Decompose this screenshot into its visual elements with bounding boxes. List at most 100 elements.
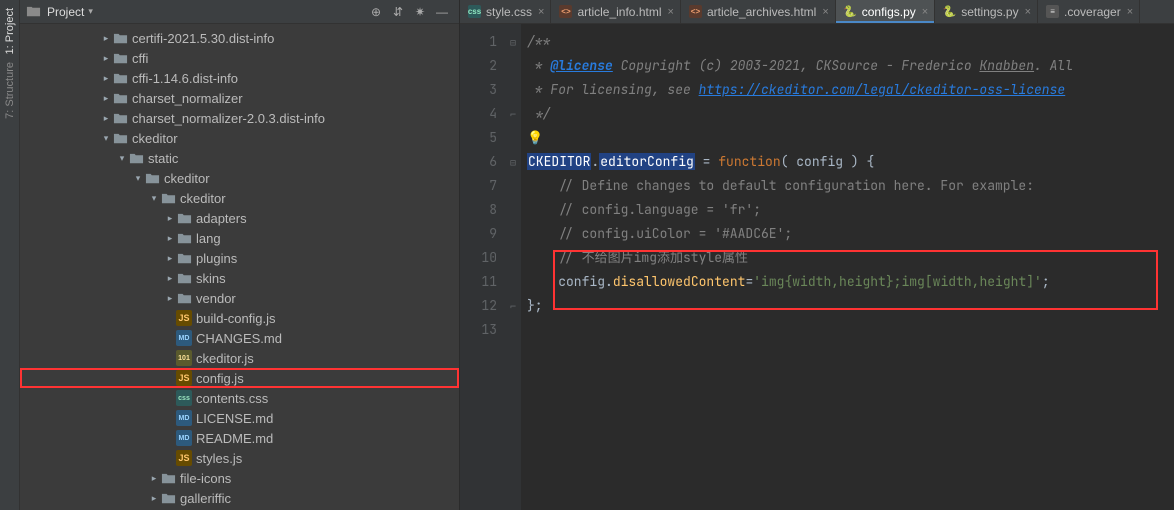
line-number: 10	[460, 246, 497, 270]
folder-icon	[112, 110, 128, 126]
toolwindow-project[interactable]: 1: Project	[4, 4, 16, 58]
tree-item[interactable]: ▸file-icons	[20, 468, 459, 488]
file-icon: JS	[176, 450, 192, 466]
fold-marker[interactable]	[505, 198, 521, 222]
chevron-right-icon[interactable]: ▸	[100, 33, 112, 44]
hide-icon[interactable]: —	[431, 5, 453, 19]
fold-marker[interactable]	[505, 246, 521, 270]
editor-tab-bar: cssstyle.css×<>article_info.html×<>artic…	[460, 0, 1174, 24]
tree-item[interactable]: ▸charset_normalizer	[20, 88, 459, 108]
code-content[interactable]: /** * @license Copyright (c) 2003-2021, …	[521, 24, 1174, 510]
tree-item-label: skins	[196, 271, 226, 286]
tree-item-label: vendor	[196, 291, 236, 306]
close-icon[interactable]: ×	[668, 6, 674, 18]
editor-tab[interactable]: ≡.coverager×	[1038, 0, 1140, 23]
fold-marker[interactable]	[505, 222, 521, 246]
editor-tab[interactable]: <>article_archives.html×	[681, 0, 836, 23]
tree-item-label: cffi	[132, 51, 148, 66]
file-icon: JS	[176, 310, 192, 326]
project-tree[interactable]: ▸certifi-2021.5.30.dist-info▸cffi▸cffi-1…	[20, 24, 459, 510]
fold-marker[interactable]	[505, 270, 521, 294]
tree-item[interactable]: ▸ skins	[20, 268, 459, 288]
fold-marker[interactable]	[505, 78, 521, 102]
tree-item[interactable]: ▸csscontents.css	[20, 388, 459, 408]
chevron-right-icon[interactable]: ▸	[100, 113, 112, 124]
tree-item[interactable]: ▸MDLICENSE.md	[20, 408, 459, 428]
gear-icon[interactable]: ✷	[409, 5, 431, 19]
close-icon[interactable]: ×	[1025, 6, 1031, 18]
close-icon[interactable]: ×	[1127, 6, 1133, 18]
tree-item[interactable]: ▸101ckeditor.js	[20, 348, 459, 368]
panel-title[interactable]: Project	[47, 5, 84, 19]
chevron-right-icon[interactable]: ▸	[164, 273, 176, 284]
editor-tab[interactable]: 🐍configs.py×	[836, 0, 935, 23]
chevron-right-icon[interactable]: ▸	[148, 473, 160, 484]
tree-item[interactable]: ▸JSstyles.js	[20, 448, 459, 468]
chevron-right-icon[interactable]: ▸	[148, 493, 160, 504]
folder-icon	[176, 290, 192, 306]
fold-marker[interactable]	[505, 174, 521, 198]
folder-icon	[112, 70, 128, 86]
file-icon: MD	[176, 330, 192, 346]
tree-item[interactable]: ▸JSbuild-config.js	[20, 308, 459, 328]
line-number: 9	[460, 222, 497, 246]
tree-item[interactable]: ▸JSconfig.js	[20, 368, 459, 388]
close-icon[interactable]: ×	[822, 6, 828, 18]
panel-dropdown-icon[interactable]: ▾	[88, 6, 93, 17]
fold-marker[interactable]	[505, 54, 521, 78]
chevron-down-icon[interactable]: ▾	[116, 153, 128, 164]
tree-item[interactable]: ▾ckeditor	[20, 188, 459, 208]
tree-item[interactable]: ▸MDREADME.md	[20, 428, 459, 448]
tree-item[interactable]: ▸adapters	[20, 208, 459, 228]
chevron-right-icon[interactable]: ▸	[164, 253, 176, 264]
file-icon: JS	[176, 370, 192, 386]
tree-item[interactable]: ▸charset_normalizer-2.0.3.dist-info	[20, 108, 459, 128]
folder-icon	[144, 170, 160, 186]
tree-item[interactable]: ▸galleriffic	[20, 488, 459, 508]
fold-marker[interactable]: ⊟	[505, 150, 521, 174]
folder-icon	[128, 150, 144, 166]
tree-item[interactable]: ▾ckeditor	[20, 128, 459, 148]
chevron-right-icon[interactable]: ▸	[164, 293, 176, 304]
fold-marker[interactable]	[505, 126, 521, 150]
tree-item-label: contents.css	[196, 391, 268, 406]
close-icon[interactable]: ×	[922, 6, 928, 18]
fold-marker[interactable]: ⌐	[505, 102, 521, 126]
fold-marker[interactable]	[505, 318, 521, 342]
editor-area: cssstyle.css×<>article_info.html×<>artic…	[460, 0, 1174, 510]
chevron-right-icon[interactable]: ▸	[100, 73, 112, 84]
tree-item-label: plugins	[196, 251, 237, 266]
file-type-icon: <>	[689, 5, 702, 18]
editor-tab[interactable]: cssstyle.css×	[460, 0, 551, 23]
locate-icon[interactable]: ⊕	[365, 5, 387, 19]
tree-item[interactable]: ▸lang	[20, 228, 459, 248]
chevron-right-icon[interactable]: ▸	[100, 53, 112, 64]
chevron-down-icon[interactable]: ▾	[148, 193, 160, 204]
code-text: /**	[527, 33, 550, 50]
code-editor[interactable]: 12345678910111213 ⊟⌐⊟⌐ /** * @license Co…	[460, 24, 1174, 510]
tree-item[interactable]: ▾ckeditor	[20, 168, 459, 188]
tree-item[interactable]: ▸certifi-2021.5.30.dist-info	[20, 28, 459, 48]
project-view-icon	[26, 4, 41, 19]
tree-item-label: static	[148, 151, 178, 166]
intention-bulb-icon[interactable]: 💡	[527, 129, 543, 146]
fold-marker[interactable]: ⌐	[505, 294, 521, 318]
chevron-right-icon[interactable]: ▸	[164, 213, 176, 224]
tree-item[interactable]: ▾ static	[20, 148, 459, 168]
tree-item[interactable]: ▸ cffi	[20, 48, 459, 68]
toolwindow-structure[interactable]: 7: Structure	[4, 58, 16, 123]
chevron-right-icon[interactable]: ▸	[100, 93, 112, 104]
chevron-down-icon[interactable]: ▾	[100, 133, 112, 144]
tree-item[interactable]: ▸ plugins	[20, 248, 459, 268]
chevron-right-icon[interactable]: ▸	[164, 233, 176, 244]
tree-item[interactable]: ▸cffi-1.14.6.dist-info	[20, 68, 459, 88]
tree-item[interactable]: ▸MDCHANGES.md	[20, 328, 459, 348]
chevron-down-icon[interactable]: ▾	[132, 173, 144, 184]
tab-label: .coverager	[1064, 5, 1121, 19]
editor-tab[interactable]: <>article_info.html×	[551, 0, 680, 23]
fold-marker[interactable]: ⊟	[505, 30, 521, 54]
editor-tab[interactable]: 🐍settings.py×	[935, 0, 1038, 23]
close-icon[interactable]: ×	[538, 6, 544, 18]
expand-all-icon[interactable]: ⇵	[387, 5, 409, 19]
tree-item[interactable]: ▸ vendor	[20, 288, 459, 308]
